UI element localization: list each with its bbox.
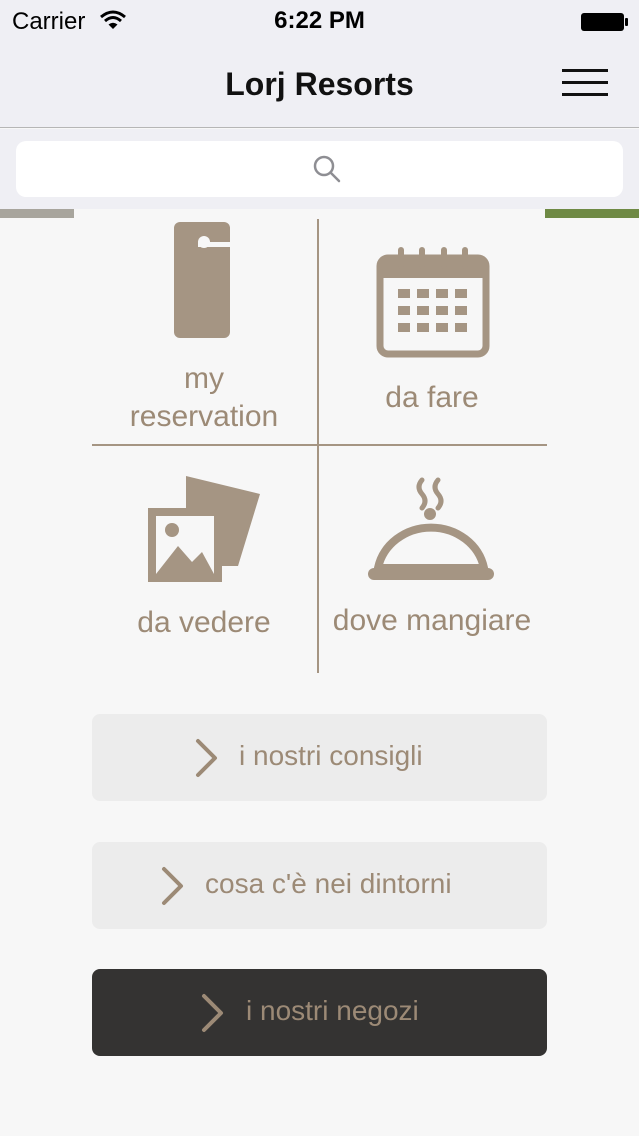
door-hanger-icon xyxy=(174,222,230,338)
i-nostri-negozi-button[interactable]: i nostri negozi xyxy=(92,969,547,1056)
calendar-icon xyxy=(376,247,490,358)
button-label: i nostri consigli xyxy=(239,740,423,771)
grid-divider xyxy=(317,219,319,673)
navigation-bar: Lorj Resorts xyxy=(0,42,639,128)
tile-da-vedere[interactable]: da vedere xyxy=(92,446,316,668)
chevron-right-icon xyxy=(162,867,183,905)
status-time: 6:22 PM xyxy=(274,7,365,34)
hamburger-menu-icon[interactable] xyxy=(562,68,608,98)
tile-label: da vedere xyxy=(137,606,271,639)
chevron-right-icon xyxy=(202,994,223,1032)
cosa-ce-nei-dintorni-button[interactable]: cosa c'è nei dintorni xyxy=(92,842,547,929)
cloche-icon xyxy=(368,477,494,580)
search-icon xyxy=(313,155,341,183)
tile-label: my xyxy=(184,362,224,395)
button-label: i nostri negozi xyxy=(246,995,419,1026)
button-label: cosa c'è nei dintorni xyxy=(205,868,452,899)
tile-label: da fare xyxy=(385,381,479,414)
background-photo xyxy=(0,209,74,218)
tile-my-reservation[interactable]: my reservation xyxy=(92,219,316,441)
battery-icon xyxy=(581,13,628,31)
status-bar: Carrier 6:22 PM xyxy=(0,0,639,42)
tile-label: reservation xyxy=(129,400,279,433)
page-title: Lorj Resorts xyxy=(225,66,414,102)
chevron-right-icon xyxy=(196,739,217,777)
background-photo xyxy=(545,209,639,218)
tile-dove-mangiare[interactable]: dove mangiare xyxy=(320,446,544,668)
search-field[interactable] xyxy=(16,141,623,197)
i-nostri-consigli-button[interactable]: i nostri consigli xyxy=(92,714,547,801)
photos-icon xyxy=(148,476,260,582)
search-input[interactable] xyxy=(346,153,606,183)
tile-label: dove mangiare xyxy=(332,604,532,637)
tile-da-fare[interactable]: da fare xyxy=(320,219,544,441)
search-bar xyxy=(0,129,639,209)
